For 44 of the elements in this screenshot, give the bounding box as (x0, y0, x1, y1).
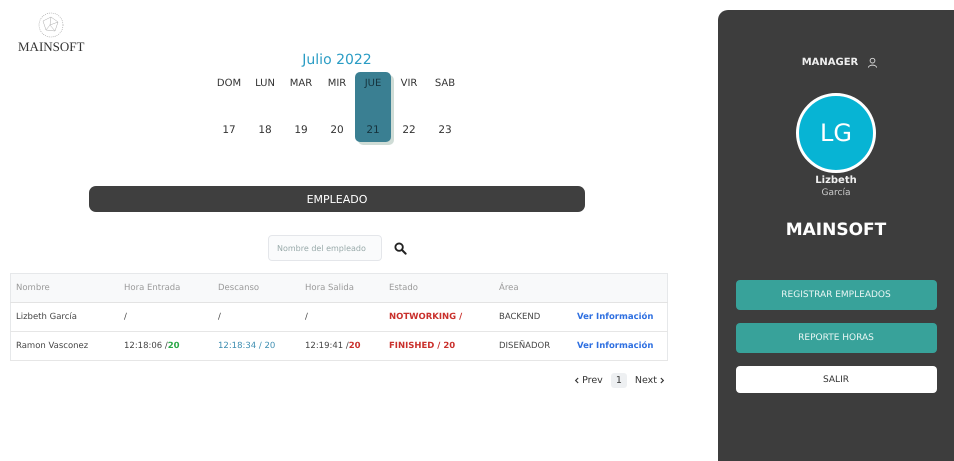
table-cell: Ramon Vasconez (16, 341, 88, 351)
table-cell: DISEÑADOR (499, 341, 550, 351)
table-cell: 12:18:34 / 20 (218, 341, 276, 351)
sidebar-button[interactable]: SALIR (736, 366, 936, 393)
column-header: Área (499, 283, 519, 293)
column-header: Nombre (16, 283, 50, 293)
calendar-day[interactable]: VIR 22 (391, 72, 427, 142)
view-info-link[interactable]: Ver Información (577, 312, 654, 322)
table-cell: BACKEND (499, 312, 540, 322)
column-header: Hora Entrada (124, 283, 180, 293)
table-cell: FINISHED / 20 (389, 341, 456, 351)
table-cell: Lizbeth García (16, 312, 77, 322)
calendar-day[interactable]: MAR 19 (283, 72, 319, 142)
column-header: Hora Salida (305, 283, 354, 293)
calendar-title: Julio 2022 (300, 52, 373, 70)
calendar-day[interactable]: LUN 18 (247, 72, 283, 142)
chevron-right-icon (660, 377, 665, 384)
table-cell: / (218, 312, 221, 322)
table-cell: / (124, 312, 127, 322)
globe-logo-icon (38, 12, 64, 38)
search-field[interactable]: Nombre del empleado (268, 235, 382, 261)
table-cell: 12:18:06 /20 (124, 341, 180, 351)
section-header-bar: EMPLEADO (89, 186, 585, 212)
avatar: LG (796, 93, 876, 173)
user-last-name: García (822, 188, 850, 198)
logo-text: MAINSOFT (18, 39, 84, 55)
user-icon[interactable] (867, 57, 878, 68)
role-label: MANAGER (802, 57, 858, 68)
page-number[interactable]: 1 (610, 373, 627, 388)
next-link[interactable]: Next (634, 375, 665, 386)
brand-title: MAINSOFT (786, 220, 886, 240)
column-header: Descanso (218, 283, 260, 293)
chevron-left-icon (574, 377, 580, 384)
user-first-name: Lizbeth (815, 175, 857, 186)
search-icon[interactable] (394, 242, 407, 254)
table-cell: NOTWORKING / (389, 312, 462, 322)
table-cell: / (305, 312, 308, 322)
view-info-link[interactable]: Ver Información (577, 341, 654, 351)
table-cell: 12:19:41 /20 (305, 341, 361, 351)
prev-link[interactable]: Prev (574, 375, 603, 386)
column-header: Estado (389, 283, 418, 293)
calendar-day[interactable]: SAB 23 (427, 72, 463, 142)
calendar-day[interactable]: MIR 20 (319, 72, 355, 142)
calendar-day[interactable]: DOM 17 (211, 72, 247, 142)
